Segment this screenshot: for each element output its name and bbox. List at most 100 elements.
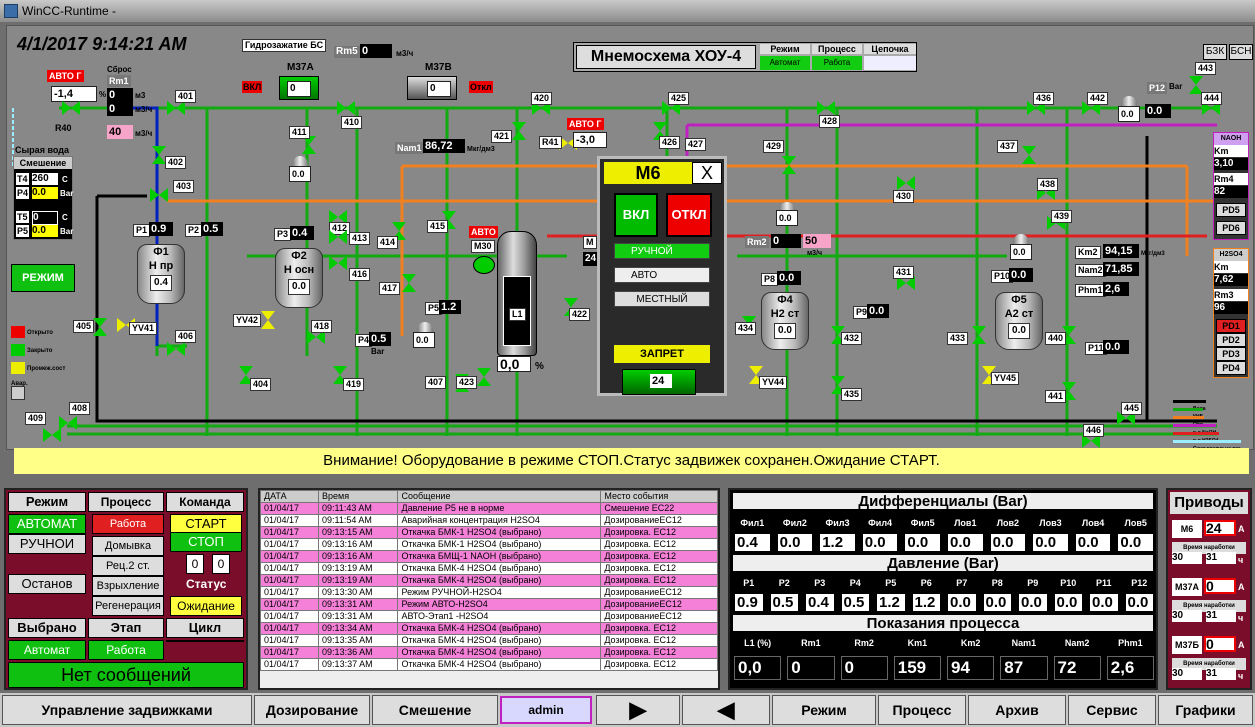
r41-auto-badge[interactable]: АВТО Г (567, 118, 604, 130)
pd5-button[interactable]: PD5 (1216, 203, 1246, 217)
nav-dosing[interactable]: Дозирование (254, 695, 370, 725)
log-cell: Дозировка. ЕС12 (600, 658, 718, 671)
tank-f1[interactable]: Ф1 Н пр 0.4 (137, 244, 185, 304)
m30-auto-badge[interactable]: АВТО (469, 226, 498, 238)
counter-1[interactable]: 0 (186, 554, 204, 574)
m6-auto-option[interactable]: АВТО (614, 267, 710, 283)
valve-443[interactable] (1187, 76, 1203, 94)
log-row[interactable]: 01/04/17 09:13:31 AM АВТО-Этап1 -H2SO4 Дози… (260, 610, 718, 623)
nav-service[interactable]: Сервис (1068, 695, 1156, 725)
legend-open: Открыто (27, 330, 53, 336)
drive-name[interactable]: M37Б (1172, 636, 1202, 654)
valve-430[interactable] (897, 176, 915, 190)
valve-403[interactable] (150, 188, 168, 202)
proc-label: Rm1 (785, 636, 837, 651)
log-row[interactable]: 01/04/17 09:13:35 AM Откачка БМК-4 H2SO4 (… (260, 634, 718, 647)
press-row: P1 0.9 P2 0.5 P3 0.4 P4 0.5 P5 1.2 P6 1.2 P7 0.0 P8 0.0… (730, 574, 1160, 614)
nav-process[interactable]: Процесс (878, 695, 966, 725)
start-button[interactable]: СТАРТ (170, 514, 242, 534)
nav-user[interactable]: admin (500, 696, 592, 724)
log-row[interactable]: 01/04/17 09:13:16 AM Откачка БМЩ-1 NAOH (в… (260, 550, 718, 563)
bzk-button[interactable]: БЗК (1203, 44, 1227, 60)
tank-f2[interactable]: Ф2 Н осн 0.0 (275, 248, 323, 308)
valve-429-label: 429 (763, 140, 785, 153)
pd2-button[interactable]: PD2 (1216, 333, 1246, 347)
pump-m30-icon[interactable] (473, 256, 495, 274)
m6-local-button[interactable]: МЕСТНЫЙ (614, 291, 710, 307)
log-row[interactable]: 01/04/17 09:13:15 AM Откачка БМК-1 H2SO4 (… (260, 526, 718, 539)
valve-406[interactable] (167, 342, 185, 356)
valve-429[interactable] (780, 156, 796, 174)
pd1-button[interactable]: PD1 (1216, 319, 1246, 333)
mode-button[interactable]: РЕЖИМ (11, 264, 75, 292)
log-cell: 09:13:31 AM (318, 610, 399, 623)
log-row[interactable]: 01/04/17 09:13:19 AM Откачка БМК-4 H2SO4 (… (260, 562, 718, 575)
log-row[interactable]: 01/04/17 09:13:36 AM Откачка БМК-4 H2SO4 (… (260, 646, 718, 659)
nav-graphs[interactable]: Графики (1158, 695, 1253, 725)
m6-ban-button[interactable]: ЗАПРЕТ (614, 345, 710, 363)
m6-off-button[interactable]: ОТКЛ (666, 193, 712, 237)
valve-416[interactable] (329, 256, 347, 270)
valve-437[interactable] (1020, 146, 1036, 164)
log-row[interactable]: 01/04/17 09:13:19 AM Откачка БМК-4 H2SO4 (… (260, 574, 718, 587)
domyvka-button[interactable]: Домывка (92, 536, 164, 556)
pd3-button[interactable]: PD3 (1216, 347, 1246, 361)
log-row[interactable]: 01/04/17 09:11:54 AM Аварийная концентраци… (260, 514, 718, 527)
counter-2[interactable]: 0 (212, 554, 230, 574)
m6-manual-option[interactable]: РУЧНОЙ (614, 243, 710, 259)
event-log[interactable]: ДАТА Время Сообщение Место события 01/04… (258, 488, 720, 690)
nav-valves[interactable]: Управление задвижками (2, 695, 252, 725)
drive-name[interactable]: M37A (1172, 578, 1202, 596)
auto-mode-button[interactable]: АВТОМАТ (8, 514, 86, 534)
rec-button[interactable]: Рец.2 ст. (92, 556, 164, 576)
vzryhl-button[interactable]: Взрыхление (92, 576, 164, 596)
valve-421[interactable] (510, 122, 526, 140)
r40-auto-badge[interactable]: АВТО Г (47, 70, 84, 82)
p5-value: 0.0 (32, 225, 58, 237)
m6-close-button[interactable]: X (692, 162, 722, 184)
nav-forward[interactable]: ▶ (596, 695, 680, 725)
valve-404[interactable] (237, 366, 253, 384)
valve-408[interactable] (59, 416, 77, 430)
log-row[interactable]: 01/04/17 09:11:43 AM Давление Р5 не в норм… (260, 502, 718, 515)
valve-417[interactable] (400, 274, 416, 292)
valve-r40[interactable] (62, 101, 80, 115)
log-row[interactable]: 01/04/17 09:13:31 AM Режим АВТО-H2SO4 Дозир… (260, 598, 718, 611)
nav-mode[interactable]: Режим (772, 695, 876, 725)
valve-423[interactable] (475, 368, 491, 386)
valve-401[interactable] (167, 101, 185, 115)
p5-unit: Bar (60, 227, 74, 236)
tank-f4[interactable]: Ф4 Н2 ст 0.0 (761, 292, 809, 350)
valve-402[interactable] (150, 146, 166, 164)
bsn-button[interactable]: БСН (1229, 44, 1253, 60)
log-row[interactable]: 01/04/17 09:13:30 AM Режим РУЧНОЙ-H2SO4 Доз… (260, 586, 718, 599)
p2-value: 0.5 (201, 222, 223, 236)
tank-f5[interactable]: Ф5 А2 ст 0.0 (995, 292, 1043, 350)
manual-mode-button[interactable]: РУЧНОИ (8, 534, 86, 554)
work-button[interactable]: Работа (92, 514, 164, 534)
valve-428[interactable] (817, 101, 835, 115)
nav-archive[interactable]: Архив (968, 695, 1066, 725)
log-row[interactable]: 01/04/17 09:13:34 AM Откачка БМК-4 H2SO4 (… (260, 622, 718, 635)
log-cell: Откачка БМК-4 H2SO4 (выбрано) (397, 658, 602, 671)
nav-back[interactable]: ◀ (682, 695, 770, 725)
valve-409[interactable] (43, 428, 61, 442)
log-row[interactable]: 01/04/17 09:13:37 AM Откачка БМК-4 H2SO4 (… (260, 658, 718, 671)
valve-410-label: 410 (341, 116, 363, 129)
pd4-button[interactable]: PD4 (1216, 361, 1246, 375)
log-cell: 09:11:54 AM (318, 514, 399, 527)
nav-mixing[interactable]: Смешение (372, 695, 498, 725)
pd6-button[interactable]: PD6 (1216, 221, 1246, 235)
valve-413[interactable] (329, 230, 347, 244)
log-row[interactable]: 01/04/17 09:13:16 AM Откачка БМК-1 H2SO4 (… (260, 538, 718, 551)
p4b-value: 0.5 (369, 332, 391, 346)
valve-433[interactable] (970, 326, 986, 344)
valve-yv42[interactable] (259, 311, 275, 329)
stop-button[interactable]: СТОП (170, 532, 242, 552)
regen-button[interactable]: Регенерация (92, 596, 164, 616)
drive-name[interactable]: M6 (1172, 520, 1202, 538)
stop-mode-button[interactable]: Останов (8, 574, 86, 594)
valve-410[interactable] (337, 101, 355, 115)
m6-on-button[interactable]: ВКЛ (614, 193, 658, 237)
p8-label: P8 (761, 273, 779, 286)
